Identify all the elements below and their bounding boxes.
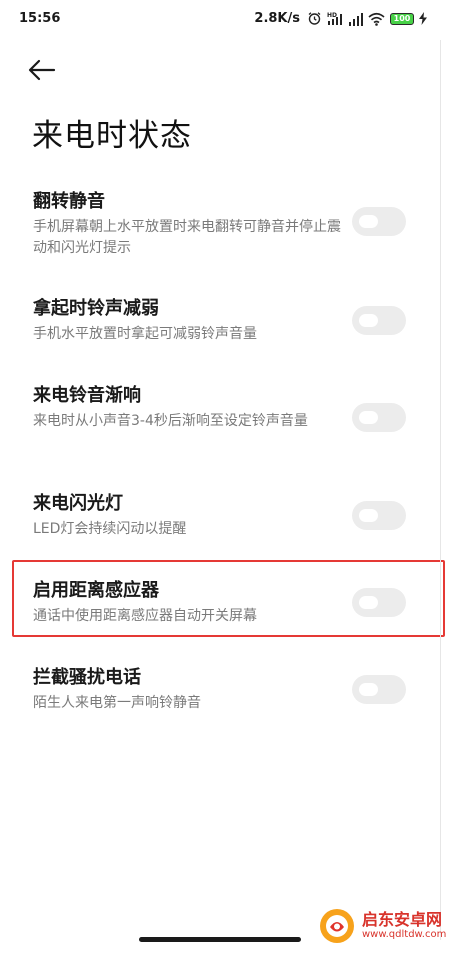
charging-icon: [419, 12, 427, 25]
setting-title: 拦截骚扰电话: [33, 667, 141, 688]
watermark-url: www.qdltdw.com: [362, 929, 447, 940]
toggle-knob: [359, 215, 378, 228]
setting-text: 翻转静音 手机屏幕朝上水平放置时来电翻转可静音并停止震动和闪光灯提示: [33, 190, 345, 259]
setting-description: LED灯会持续闪动以提醒: [33, 521, 187, 537]
page-title: 来电时状态: [32, 118, 192, 154]
setting-text: 拦截骚扰电话 陌生人来电第一声响铃静音: [33, 666, 345, 714]
battery-icon: 100: [390, 12, 414, 25]
wifi-icon: [368, 12, 385, 26]
status-icons: 2.8K/s HD 100: [254, 11, 427, 26]
svg-text:HD: HD: [327, 12, 337, 19]
alarm-icon: [307, 11, 322, 26]
pickup-lower-ringtone-toggle[interactable]: [352, 306, 406, 335]
arrow-left-icon: [28, 59, 56, 85]
setting-text: 拿起时铃声减弱 手机水平放置时拿起可减弱铃声音量: [33, 297, 345, 345]
flip-to-mute-toggle[interactable]: [352, 207, 406, 236]
status-bar: 15:56 2.8K/s HD 100: [0, 0, 449, 38]
setting-title: 来电铃音渐响: [33, 385, 141, 406]
home-indicator[interactable]: [139, 937, 301, 942]
signal-icon: [348, 12, 363, 26]
toggle-knob: [359, 411, 378, 424]
flash-on-call-toggle[interactable]: [352, 501, 406, 530]
highlight-box: [12, 560, 445, 637]
setting-description: 陌生人来电第一声响铃静音: [33, 695, 201, 711]
setting-title: 翻转静音: [33, 191, 105, 212]
ringtone-fade-in-toggle[interactable]: [352, 403, 406, 432]
back-button[interactable]: [28, 56, 64, 88]
toggle-knob: [359, 509, 378, 522]
setting-description: 手机水平放置时拿起可减弱铃声音量: [33, 326, 257, 342]
hd-signal-icon: HD: [327, 11, 343, 26]
setting-description: 手机屏幕朝上水平放置时来电翻转可静音并停止震动和闪光灯提示: [33, 219, 341, 256]
toggle-knob: [359, 683, 378, 696]
setting-description: 来电时从小声音3-4秒后渐响至设定铃声音量: [33, 413, 308, 429]
scroll-edge-divider: [440, 40, 441, 940]
watermark: 启东安卓网 www.qdltdw.com: [318, 907, 446, 945]
watermark-logo-icon: [320, 909, 354, 943]
toggle-knob: [359, 314, 378, 327]
setting-text: 来电闪光灯 LED灯会持续闪动以提醒: [33, 492, 345, 540]
watermark-text: 启东安卓网: [362, 910, 443, 929]
status-time: 15:56: [19, 11, 61, 26]
network-speed: 2.8K/s: [254, 11, 300, 26]
setting-text: 来电铃音渐响 来电时从小声音3-4秒后渐响至设定铃声音量: [33, 384, 345, 432]
block-spam-calls-toggle[interactable]: [352, 675, 406, 704]
setting-title: 来电闪光灯: [33, 493, 123, 514]
setting-title: 拿起时铃声减弱: [33, 298, 159, 319]
